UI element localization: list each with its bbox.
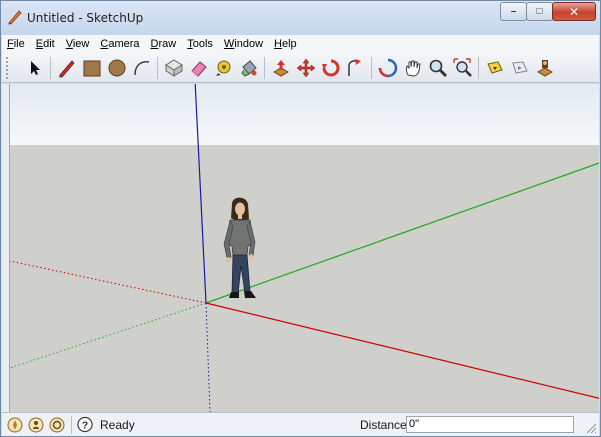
instructor-help-icon[interactable]: ? bbox=[77, 416, 93, 433]
rectangle-tool-button[interactable] bbox=[79, 56, 104, 80]
paint-bucket-icon bbox=[240, 59, 257, 77]
sketchup-app-icon bbox=[8, 10, 22, 25]
credits-icon[interactable] bbox=[28, 417, 44, 433]
menu-tools[interactable]: Tools bbox=[187, 38, 213, 50]
toolbar-grip[interactable] bbox=[6, 57, 12, 79]
green-axis-negative bbox=[10, 302, 207, 369]
make-component-button[interactable] bbox=[161, 56, 186, 80]
menu-draw[interactable]: Draw bbox=[151, 38, 177, 50]
window-left-edge bbox=[2, 84, 10, 412]
position-camera-button[interactable] bbox=[532, 56, 557, 80]
select-tool-button[interactable] bbox=[22, 56, 47, 80]
push-pull-tool-button[interactable] bbox=[268, 56, 293, 80]
maximize-button[interactable]: □ bbox=[526, 2, 553, 21]
sketchup-window: Untitled - SketchUp – □ ✕ File Edit View… bbox=[0, 0, 601, 437]
close-button[interactable]: ✕ bbox=[552, 2, 596, 21]
svg-text:?: ? bbox=[82, 420, 88, 431]
measurements-label: Distance bbox=[360, 418, 407, 432]
status-message: Ready bbox=[100, 417, 135, 432]
menu-bar: File Edit View Camera Draw Tools Window … bbox=[2, 35, 599, 53]
menu-view[interactable]: View bbox=[66, 38, 90, 50]
orbit-icon bbox=[378, 58, 397, 77]
red-axis-positive bbox=[205, 302, 599, 399]
eraser-tool-button[interactable] bbox=[186, 56, 211, 80]
circle-icon bbox=[108, 59, 125, 76]
status-separator bbox=[71, 415, 72, 434]
zoom-extents-tool-button[interactable] bbox=[450, 56, 475, 80]
blue-axis-positive bbox=[194, 84, 207, 304]
toolbar-separator bbox=[371, 56, 372, 79]
arc-icon bbox=[133, 60, 149, 75]
scale-figure[interactable] bbox=[223, 197, 256, 298]
previous-view-icon bbox=[486, 60, 503, 74]
orbit-tool-button[interactable] bbox=[375, 56, 400, 80]
move-tool-button[interactable] bbox=[293, 56, 318, 80]
push-pull-icon bbox=[272, 59, 289, 77]
resize-grip-icon[interactable] bbox=[585, 422, 597, 434]
toolbar-separator bbox=[264, 56, 265, 79]
line-tool-button[interactable] bbox=[54, 56, 79, 80]
make-component-icon bbox=[164, 58, 183, 77]
geo-location-icon[interactable] bbox=[7, 417, 23, 433]
green-axis-positive bbox=[205, 162, 599, 304]
status-bar: ? Ready Distance 0" bbox=[2, 412, 599, 436]
circle-tool-button[interactable] bbox=[104, 56, 129, 80]
toolbar-separator bbox=[50, 56, 51, 79]
previous-view-button[interactable] bbox=[482, 56, 507, 80]
getting-started-toolbar bbox=[2, 53, 599, 83]
move-icon bbox=[296, 58, 315, 77]
menu-help[interactable]: Help bbox=[274, 38, 297, 50]
tape-measure-icon bbox=[215, 60, 230, 76]
measurements-box[interactable]: 0" bbox=[406, 416, 574, 433]
sign-in-icon[interactable] bbox=[49, 417, 65, 433]
follow-me-tool-button[interactable] bbox=[343, 56, 368, 80]
toolbar-separator bbox=[478, 56, 479, 79]
zoom-icon bbox=[429, 59, 447, 77]
minimize-icon: – bbox=[510, 5, 517, 17]
menu-file[interactable]: File bbox=[7, 38, 25, 50]
arc-tool-button[interactable] bbox=[129, 56, 154, 80]
drawing-viewport[interactable] bbox=[10, 84, 599, 412]
minimize-button[interactable]: – bbox=[500, 2, 527, 21]
pan-icon bbox=[405, 60, 421, 76]
select-icon bbox=[30, 60, 40, 75]
zoom-extents-icon bbox=[452, 57, 472, 77]
red-axis-negative bbox=[10, 260, 207, 304]
close-icon: ✕ bbox=[568, 4, 580, 19]
rotate-icon bbox=[321, 59, 339, 76]
paint-bucket-tool-button[interactable] bbox=[236, 56, 261, 80]
position-camera-icon bbox=[536, 59, 553, 77]
pan-tool-button[interactable] bbox=[400, 56, 425, 80]
eraser-icon bbox=[190, 60, 207, 77]
rectangle-icon bbox=[83, 60, 100, 76]
next-view-button[interactable] bbox=[507, 56, 532, 80]
toolbar-separator bbox=[157, 56, 158, 79]
blue-axis-negative bbox=[205, 302, 211, 412]
pencil-icon bbox=[58, 59, 75, 78]
model-scene bbox=[10, 84, 599, 412]
menu-edit[interactable]: Edit bbox=[36, 38, 55, 50]
follow-me-icon bbox=[347, 58, 361, 76]
window-title: Untitled - SketchUp bbox=[27, 11, 144, 25]
title-bar[interactable]: Untitled - SketchUp – □ ✕ bbox=[1, 1, 600, 35]
menu-camera[interactable]: Camera bbox=[100, 38, 139, 50]
tape-measure-tool-button[interactable] bbox=[211, 56, 236, 80]
zoom-tool-button[interactable] bbox=[425, 56, 450, 80]
menu-window[interactable]: Window bbox=[224, 38, 263, 50]
window-controls: – □ ✕ bbox=[500, 2, 596, 22]
rotate-tool-button[interactable] bbox=[318, 56, 343, 80]
maximize-icon: □ bbox=[536, 5, 543, 17]
next-view-icon bbox=[511, 60, 528, 74]
